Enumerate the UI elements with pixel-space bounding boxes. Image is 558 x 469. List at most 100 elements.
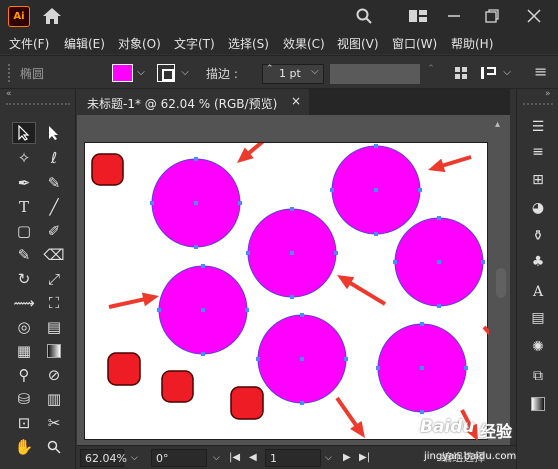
- stepper-icon[interactable]: ⌃: [266, 64, 274, 74]
- chevron-down-icon[interactable]: ⌵: [131, 449, 138, 467]
- anchor-point[interactable]: [374, 188, 378, 192]
- fill-dropdown-icon[interactable]: ⌵: [134, 65, 148, 81]
- menu-icon[interactable]: ≡: [534, 62, 547, 81]
- artboard[interactable]: [84, 142, 489, 441]
- collapse-icon[interactable]: «: [6, 89, 12, 99]
- stroke-panel-icon[interactable]: ✺: [527, 336, 549, 358]
- last-artboard-icon[interactable]: ▶|: [359, 449, 370, 467]
- anchor-point[interactable]: [201, 308, 205, 312]
- close-window-icon[interactable]: [526, 8, 542, 24]
- anchor-point[interactable]: [300, 357, 304, 361]
- anchor-point[interactable]: [374, 144, 378, 148]
- pen-tool-icon[interactable]: ✒: [12, 172, 36, 194]
- gradient-panel-icon[interactable]: [527, 393, 549, 415]
- paragraph-icon[interactable]: ▤: [527, 307, 549, 329]
- document-tab[interactable]: 未标题-1* @ 62.04 % (RGB/预览) ×: [77, 89, 309, 115]
- style-field[interactable]: [330, 64, 420, 84]
- anchor-point[interactable]: [393, 260, 397, 264]
- blend-tool-icon[interactable]: ⊘: [42, 364, 66, 386]
- anchor-point[interactable]: [300, 313, 304, 317]
- libraries-icon[interactable]: ⊞: [527, 169, 549, 191]
- type-tool-icon[interactable]: T: [12, 196, 36, 218]
- anchor-point[interactable]: [374, 232, 378, 236]
- width-tool-icon[interactable]: ⟿: [12, 292, 36, 314]
- menu-effect[interactable]: 效果(C): [283, 35, 325, 52]
- transparency-icon[interactable]: ⧉: [527, 365, 549, 387]
- anchor-point[interactable]: [194, 201, 198, 205]
- stroke-swatch[interactable]: [157, 64, 175, 82]
- rotation-field[interactable]: 0°: [151, 449, 207, 467]
- expand-icon[interactable]: »: [545, 89, 551, 99]
- stepper-icon[interactable]: ⌃: [424, 61, 438, 77]
- fill-swatch[interactable]: [112, 64, 133, 82]
- appearance-icon[interactable]: ◕: [527, 197, 549, 219]
- anchor-point[interactable]: [290, 251, 294, 255]
- anchor-point[interactable]: [334, 251, 338, 255]
- stroke-dropdown-icon[interactable]: ⌵: [178, 65, 192, 81]
- anchor-point[interactable]: [437, 260, 441, 264]
- canvas-area[interactable]: ▴: [77, 115, 510, 445]
- rectangle-tool-icon[interactable]: ▢: [12, 220, 36, 242]
- vertical-scrollbar-thumb[interactable]: [496, 268, 506, 298]
- menu-type[interactable]: 文字(T): [174, 35, 215, 52]
- perspective-grid-tool-icon[interactable]: ▤: [42, 316, 66, 338]
- close-icon[interactable]: ×: [291, 94, 301, 108]
- minimize-icon[interactable]: [446, 8, 462, 24]
- anchor-point[interactable]: [157, 308, 161, 312]
- anchor-point[interactable]: [464, 366, 468, 370]
- zoom-field[interactable]: 62.04%: [80, 449, 127, 467]
- menu-help[interactable]: 帮助(H): [451, 35, 493, 52]
- shaper-tool-icon[interactable]: ✎: [12, 244, 36, 266]
- anchor-point[interactable]: [437, 216, 441, 220]
- align-icon[interactable]: [454, 66, 468, 80]
- anchor-point[interactable]: [300, 401, 304, 405]
- red-rounded-square[interactable]: [91, 153, 124, 186]
- artboard-number-field[interactable]: 1: [265, 449, 321, 467]
- hand-tool-icon[interactable]: ✋: [12, 436, 36, 458]
- menu-view[interactable]: 视图(V): [337, 35, 379, 52]
- pencil-tool-icon[interactable]: ✐: [42, 220, 66, 242]
- chevron-down-icon[interactable]: ⌵: [311, 66, 319, 77]
- column-graph-tool-icon[interactable]: ▥: [42, 388, 66, 410]
- menu-file[interactable]: 文件(F): [9, 35, 49, 52]
- menu-object[interactable]: 对象(O): [118, 35, 161, 52]
- curvature-tool-icon[interactable]: ✎: [42, 172, 66, 194]
- zoom-tool-icon[interactable]: [42, 436, 66, 458]
- anchor-point[interactable]: [290, 207, 294, 211]
- artboard-tool-icon[interactable]: ⊡: [12, 412, 36, 434]
- selection-tool-icon[interactable]: [12, 122, 36, 144]
- chevron-down-icon[interactable]: ⌵: [500, 65, 514, 81]
- slice-tool-icon[interactable]: ✂: [42, 412, 66, 434]
- anchor-point[interactable]: [245, 308, 249, 312]
- chevron-down-icon[interactable]: ⌵: [213, 449, 220, 467]
- properties-icon[interactable]: ☰: [527, 116, 549, 138]
- red-rounded-square[interactable]: [107, 352, 141, 386]
- rotate-tool-icon[interactable]: ↻: [12, 268, 36, 290]
- eraser-tool-icon[interactable]: ⌫: [42, 244, 66, 266]
- anchor-point[interactable]: [481, 260, 485, 264]
- anchor-point[interactable]: [420, 366, 424, 370]
- anchor-point[interactable]: [376, 366, 380, 370]
- anchor-point[interactable]: [330, 188, 334, 192]
- red-rounded-square[interactable]: [230, 386, 264, 420]
- menu-select[interactable]: 选择(S): [228, 35, 269, 52]
- menu-window[interactable]: 窗口(W): [392, 35, 437, 52]
- anchor-point[interactable]: [246, 251, 250, 255]
- symbols-icon[interactable]: ♣: [527, 251, 549, 273]
- direct-selection-tool-icon[interactable]: [42, 122, 66, 144]
- anchor-point[interactable]: [150, 201, 154, 205]
- layers-icon[interactable]: ≡: [527, 141, 549, 163]
- transform-icon[interactable]: [480, 65, 498, 81]
- anchor-point[interactable]: [201, 264, 205, 268]
- magic-wand-tool-icon[interactable]: ✧: [12, 147, 36, 169]
- free-transform-tool-icon[interactable]: ⛶: [42, 292, 66, 314]
- restore-icon[interactable]: [484, 8, 500, 24]
- menu-edit[interactable]: 编辑(E): [64, 35, 105, 52]
- scale-tool-icon[interactable]: ⤢: [42, 268, 66, 290]
- eyedropper-tool-icon[interactable]: ⚲: [12, 364, 36, 386]
- anchor-point[interactable]: [194, 157, 198, 161]
- anchor-point[interactable]: [238, 201, 242, 205]
- anchor-point[interactable]: [201, 352, 205, 356]
- next-artboard-icon[interactable]: ▶: [343, 449, 351, 467]
- anchor-point[interactable]: [194, 245, 198, 249]
